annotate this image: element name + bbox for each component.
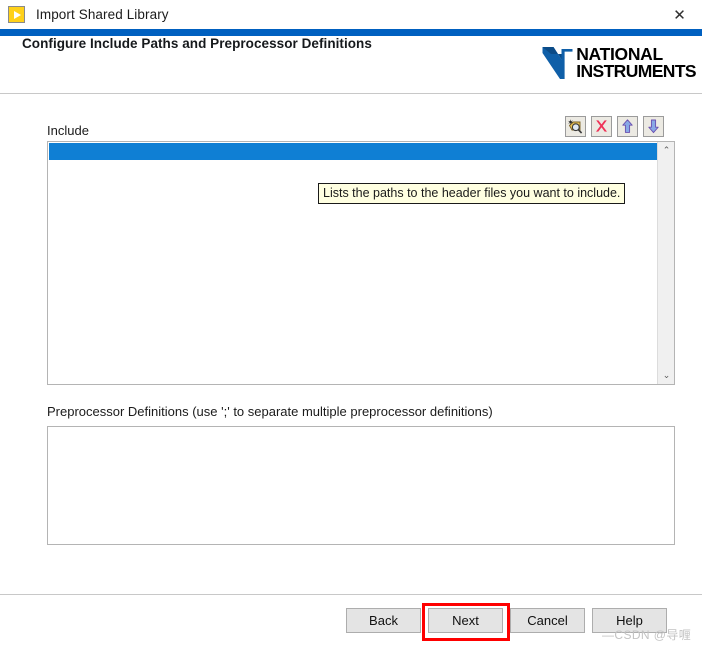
arrow-down-icon <box>648 119 659 134</box>
scroll-down-icon[interactable]: ⌄ <box>658 367 675 384</box>
page-title: Configure Include Paths and Preprocessor… <box>22 36 372 51</box>
preprocessor-definitions-input[interactable] <box>47 426 675 545</box>
move-down-button[interactable] <box>643 116 664 137</box>
ni-eagle-icon <box>542 47 573 79</box>
window-title: Import Shared Library <box>36 7 169 22</box>
title-bar: Import Shared Library ✕ <box>0 0 702 29</box>
include-label: Include <box>47 123 89 138</box>
include-paths-listbox[interactable]: ⌃ ⌄ <box>47 141 675 385</box>
red-x-icon <box>596 120 607 132</box>
next-button[interactable]: Next <box>428 608 503 633</box>
national-instruments-logo: NATIONAL INSTRUMENTS <box>541 45 697 81</box>
include-list-scrollbar[interactable]: ⌃ ⌄ <box>657 142 674 384</box>
browse-paths-button[interactable] <box>565 116 586 137</box>
include-toolbar <box>565 116 664 137</box>
delete-path-button[interactable] <box>591 116 612 137</box>
labview-run-icon <box>8 6 25 23</box>
include-list-selected-row[interactable] <box>49 143 657 160</box>
ni-wordmark-line2: INSTRUMENTS <box>576 61 696 81</box>
preprocessor-definitions-label: Preprocessor Definitions (use ';' to sep… <box>47 404 493 419</box>
scroll-up-icon[interactable]: ⌃ <box>658 142 675 159</box>
close-icon[interactable]: ✕ <box>657 0 702 29</box>
arrow-up-icon <box>622 119 633 133</box>
move-up-button[interactable] <box>617 116 638 137</box>
cancel-button[interactable]: Cancel <box>510 608 585 633</box>
watermark: —CSDN @导喱 <box>602 628 692 642</box>
include-tooltip: Lists the paths to the header files you … <box>318 183 626 204</box>
back-button[interactable]: Back <box>346 608 421 633</box>
accent-band <box>0 29 702 36</box>
dialog-footer: Back Next Cancel Help <box>0 595 702 647</box>
magnifier-sparkle-icon <box>568 119 583 134</box>
ni-wordmark: NATIONAL INSTRUMENTS <box>576 45 696 81</box>
page-header: Configure Include Paths and Preprocessor… <box>0 36 702 93</box>
